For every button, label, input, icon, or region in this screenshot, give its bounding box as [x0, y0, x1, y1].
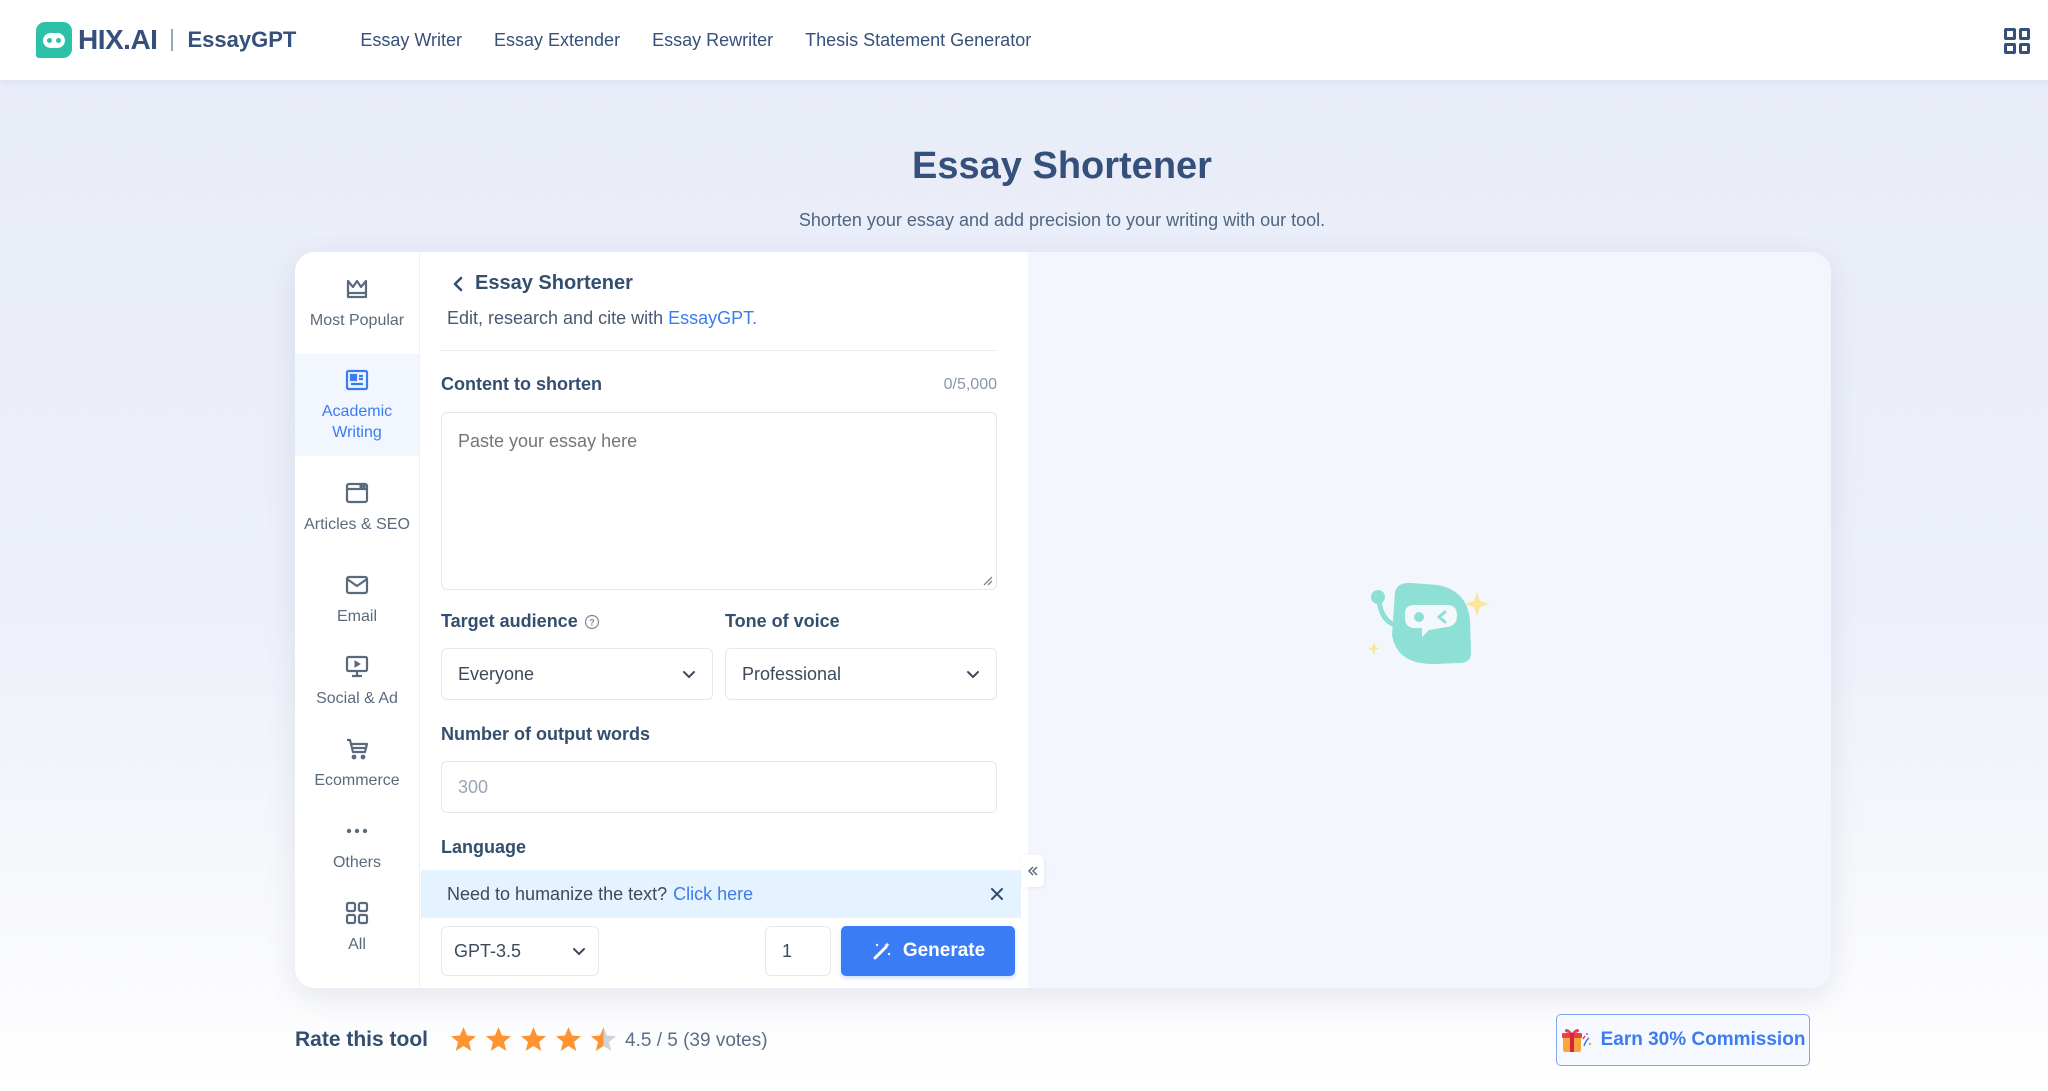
tone-label: Tone of voice — [725, 611, 840, 632]
sidebar-item-social-ad[interactable]: Social & Ad — [295, 640, 419, 722]
sidebar-item-academic-writing[interactable]: Academic Writing — [295, 354, 419, 456]
sidebar-item-ecommerce[interactable]: Ecommerce — [295, 722, 419, 804]
nav-essay-rewriter[interactable]: Essay Rewriter — [652, 30, 773, 51]
chevrons-left-icon — [1027, 866, 1038, 876]
nav-essay-writer[interactable]: Essay Writer — [360, 30, 462, 51]
essaygpt-link[interactable]: EssayGPT. — [668, 308, 757, 328]
audience-select[interactable]: Everyone — [441, 648, 713, 700]
language-label: Language — [441, 837, 526, 858]
collapse-panel-button[interactable] — [1022, 855, 1044, 887]
earn-commission-button[interactable]: Earn 30% Commission — [1556, 1014, 1810, 1066]
humanize-link[interactable]: Click here — [673, 884, 753, 905]
divider — [441, 350, 997, 351]
chevron-down-icon — [683, 670, 695, 678]
rating-summary: 4.5 / 5 (39 votes) — [625, 1030, 768, 1051]
words-label-text: Number of output words — [441, 724, 650, 744]
hix-logo-icon — [36, 22, 72, 58]
envelope-icon — [344, 572, 370, 598]
page-subtitle: Shorten your essay and add precision to … — [798, 210, 1326, 230]
sidebar-item-articles-seo[interactable]: Articles & SEO — [295, 456, 419, 558]
tool-form: Essay Shortener Edit, research and cite … — [421, 252, 1147, 988]
main-nav: Essay Writer Essay Extender Essay Rewrit… — [360, 30, 1031, 51]
rating-star-3[interactable] — [520, 1026, 547, 1053]
sidebar-item-label: Email — [336, 607, 377, 625]
tool-title: Essay Shortener — [475, 272, 633, 294]
monitor-play-icon — [344, 654, 370, 680]
tool-header: Essay Shortener — [447, 272, 633, 295]
content-label: Content to shorten — [441, 374, 602, 395]
humanize-banner: Need to humanize the text? Click here — [421, 870, 1021, 918]
content-label-text: Content to shorten — [441, 374, 602, 394]
nav-thesis-generator[interactable]: Thesis Statement Generator — [805, 30, 1031, 51]
output-words-input[interactable]: 300 — [441, 761, 997, 813]
generate-button[interactable]: Generate — [841, 926, 1015, 976]
apps-grid-icon[interactable] — [2004, 28, 2030, 54]
model-select[interactable]: GPT-3.5 — [441, 926, 599, 976]
tone-select[interactable]: Professional — [725, 648, 997, 700]
magic-wand-icon — [873, 942, 891, 960]
sidebar-item-label: Articles & SEO — [304, 515, 410, 533]
sidebar-item-others[interactable]: Others — [295, 804, 419, 886]
grid-icon — [344, 900, 370, 926]
brand-divider — [171, 29, 174, 51]
audience-value: Everyone — [458, 663, 535, 684]
sidebar-item-label: Social & Ad — [316, 689, 398, 707]
top-navbar: HIX.AI EssayGPT Essay Writer Essay Exten… — [0, 0, 2048, 80]
words-label: Number of output words — [441, 724, 650, 745]
close-icon[interactable] — [987, 884, 1007, 904]
earn-commission-label: Earn 30% Commission — [1600, 1029, 1806, 1050]
sidebar-item-label: Academic Writing — [321, 403, 393, 441]
tool-subtitle-text: Edit, research and cite with — [447, 308, 669, 328]
rating-stars — [450, 1026, 617, 1053]
tool-card: Most Popular Academic Writing Articles &… — [295, 252, 1831, 988]
gift-icon — [1561, 1029, 1591, 1052]
action-bar: GPT-3.5 1 Generate — [421, 918, 1021, 988]
category-sidebar: Most Popular Academic Writing Articles &… — [295, 252, 420, 988]
sidebar-item-label: Others — [332, 853, 381, 871]
mascot-illustration-icon — [1368, 582, 1489, 665]
rating-star-5[interactable] — [590, 1026, 617, 1053]
tool-subtitle: Edit, research and cite with EssayGPT. — [447, 308, 757, 329]
sidebar-item-label: Most Popular — [309, 311, 405, 329]
output-words-placeholder: 300 — [458, 776, 489, 797]
language-label-text: Language — [441, 837, 527, 857]
rating-star-4[interactable] — [555, 1026, 582, 1053]
browser-window-icon — [344, 480, 370, 506]
model-value: GPT-3.5 — [454, 940, 522, 961]
audience-label-text: Target audience — [441, 611, 578, 631]
tone-label-text: Tone of voice — [725, 611, 840, 631]
output-count-input[interactable]: 1 — [765, 926, 831, 976]
sidebar-item-label: Ecommerce — [314, 771, 400, 789]
cart-icon — [344, 736, 370, 762]
tone-value: Professional — [742, 663, 842, 684]
rating-star-2[interactable] — [485, 1026, 512, 1053]
sidebar-item-email[interactable]: Email — [295, 558, 419, 640]
rate-tool-label: Rate this tool — [295, 1028, 429, 1051]
humanize-banner-text: Need to humanize the text? — [447, 883, 668, 904]
chevron-down-icon — [573, 947, 585, 955]
content-textarea[interactable] — [441, 412, 997, 590]
svg-text:?: ? — [589, 617, 595, 627]
sidebar-item-all[interactable]: All — [295, 886, 419, 968]
audience-label: Target audience ? — [441, 611, 600, 632]
output-count-value: 1 — [782, 940, 793, 961]
chevron-down-icon — [967, 670, 979, 678]
help-circle-icon[interactable]: ? — [584, 614, 600, 630]
brand-name: HIX.AI — [78, 24, 158, 55]
sidebar-item-most-popular[interactable]: Most Popular — [295, 252, 419, 354]
newspaper-icon — [344, 367, 370, 393]
rating-star-1[interactable] — [450, 1026, 477, 1053]
form-scroll-area: Essay Shortener Edit, research and cite … — [421, 252, 1011, 870]
crown-icon — [344, 276, 370, 302]
generate-label: Generate — [902, 940, 986, 961]
chevron-left-icon[interactable] — [447, 273, 469, 295]
resize-handle-icon[interactable] — [981, 574, 993, 586]
page-title: Essay Shortener — [912, 145, 1212, 187]
product-name: EssayGPT — [187, 27, 297, 52]
brand[interactable]: HIX.AI EssayGPT — [36, 22, 296, 58]
more-dots-icon — [344, 818, 370, 844]
char-counter: 0/5,000 — [943, 376, 997, 393]
nav-essay-extender[interactable]: Essay Extender — [494, 30, 620, 51]
sidebar-item-label: All — [348, 935, 366, 953]
